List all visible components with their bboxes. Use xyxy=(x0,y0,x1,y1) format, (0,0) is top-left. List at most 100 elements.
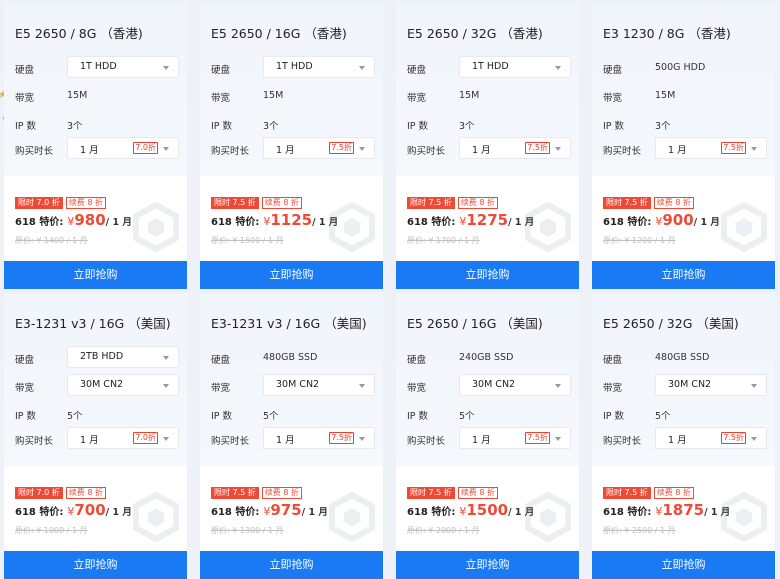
duration-select[interactable]: 1 月 7.5折 xyxy=(459,427,571,449)
price-value: 700 xyxy=(74,501,106,519)
renewal-discount-badge: 续费 8 折 xyxy=(457,487,498,499)
hexagon-watermark-icon xyxy=(133,202,179,252)
original-price: 原价: ¥ 1400 / 1 月 xyxy=(15,236,88,245)
promo-badges: 限时 7.0 折续费 8 折 xyxy=(15,480,106,499)
price-row: 618 特价: ¥1275/ 1 月 xyxy=(407,210,534,229)
original-price: 原价: ¥ 1200 / 1 月 xyxy=(603,236,676,245)
bandwidth-select-value: 30M CN2 xyxy=(668,379,712,390)
ip-count-label: IP 数 xyxy=(211,411,233,422)
disk-label: 硬盘 xyxy=(407,355,427,366)
duration-label: 购买时长 xyxy=(15,146,54,157)
special-price-label: 618 特价: xyxy=(603,217,652,228)
disk-select[interactable]: 1T HDD xyxy=(67,56,179,78)
duration-select[interactable]: 1 月 7.5折 xyxy=(655,427,767,449)
bandwidth-select[interactable]: 30M CN2 xyxy=(459,374,571,396)
discount-tag: 7.5折 xyxy=(329,142,354,154)
disk-label: 硬盘 xyxy=(15,355,35,366)
duration-select[interactable]: 1 月 7.5折 xyxy=(459,137,571,159)
disk-select[interactable]: 1T HDD xyxy=(263,56,375,78)
ip-count-label: IP 数 xyxy=(211,121,233,132)
price-row: 618 特价: ¥1500/ 1 月 xyxy=(407,500,534,519)
price-value: 1500 xyxy=(466,501,509,519)
price-row: 618 特价: ¥975/ 1 月 xyxy=(211,500,328,519)
special-price-label: 618 特价: xyxy=(15,217,64,228)
buy-now-button[interactable]: 立即抢购 xyxy=(4,261,187,289)
promo-badges: 限时 7.5 折续费 8 折 xyxy=(603,480,694,499)
chevron-down-icon xyxy=(555,147,561,151)
bandwidth-label: 带宽 xyxy=(15,383,35,394)
disk-select-value: 1T HDD xyxy=(276,61,313,72)
original-price: 原价: ¥ 1300 / 1 月 xyxy=(211,526,284,535)
bandwidth-label: 带宽 xyxy=(15,93,35,104)
bandwidth-label: 带宽 xyxy=(407,93,427,104)
card-title: E5 2650 / 8G （香港) xyxy=(15,26,143,41)
promo-badges: 限时 7.5 折续费 8 折 xyxy=(407,190,498,209)
original-price: 原价: ¥ 1700 / 1 月 xyxy=(407,236,480,245)
limited-discount-badge: 限时 7.0 折 xyxy=(15,487,63,499)
duration-label: 购买时长 xyxy=(407,146,446,157)
duration-select[interactable]: 1 月 7.0折 xyxy=(67,427,179,449)
special-price-label: 618 特价: xyxy=(211,507,260,518)
hexagon-watermark-icon xyxy=(721,202,767,252)
bandwidth-value: 15M xyxy=(655,90,676,101)
price-unit: / 1 月 xyxy=(693,217,720,228)
duration-select[interactable]: 1 月 7.5折 xyxy=(263,427,375,449)
bandwidth-value: 15M xyxy=(263,90,284,101)
hexagon-watermark-icon xyxy=(525,202,571,252)
ip-count-label: IP 数 xyxy=(15,121,37,132)
price-unit: / 1 月 xyxy=(105,217,132,228)
discount-tag: 7.5折 xyxy=(525,432,550,444)
promo-badges: 限时 7.5 折续费 8 折 xyxy=(211,190,302,209)
price-row: 618 特价: ¥700/ 1 月 xyxy=(15,500,132,519)
bandwidth-select[interactable]: 30M CN2 xyxy=(263,374,375,396)
duration-select-value: 1 月 xyxy=(472,435,491,446)
limited-discount-badge: 限时 7.5 折 xyxy=(407,197,455,209)
disk-value: 480GB SSD xyxy=(263,352,318,363)
disk-select[interactable]: 1T HDD xyxy=(459,56,571,78)
buy-now-button[interactable]: 立即抢购 xyxy=(592,261,775,289)
disk-label: 硬盘 xyxy=(211,65,231,76)
disk-select[interactable]: 2TB HDD xyxy=(67,346,179,368)
ip-count-value: 5个 xyxy=(67,411,83,422)
card-title: E5 2650 / 32G （香港) xyxy=(407,26,543,41)
buy-now-button[interactable]: 立即抢购 xyxy=(396,261,579,289)
promo-badges: 限时 7.5 折续费 8 折 xyxy=(407,480,498,499)
discount-tag: 7.5折 xyxy=(721,432,746,444)
chevron-down-icon xyxy=(359,66,365,70)
duration-select[interactable]: 1 月 7.5折 xyxy=(655,137,767,159)
chevron-down-icon xyxy=(163,437,169,441)
bandwidth-label: 带宽 xyxy=(603,93,623,104)
renewal-discount-badge: 续费 8 折 xyxy=(65,487,106,499)
ip-count-label: IP 数 xyxy=(603,411,625,422)
duration-select[interactable]: 1 月 7.5折 xyxy=(263,137,375,159)
price-value: 1125 xyxy=(270,211,313,229)
ip-count-value: 5个 xyxy=(263,411,279,422)
duration-select-value: 1 月 xyxy=(472,145,491,156)
price-row: 618 特价: ¥980/ 1 月 xyxy=(15,210,132,229)
bandwidth-label: 带宽 xyxy=(407,383,427,394)
price-value: 1875 xyxy=(662,501,705,519)
bandwidth-select[interactable]: 30M CN2 xyxy=(655,374,767,396)
price-value: 900 xyxy=(662,211,694,229)
price-value: 975 xyxy=(270,501,302,519)
promo-badges: 限时 7.5 折续费 8 折 xyxy=(603,190,694,209)
disk-label: 硬盘 xyxy=(211,355,231,366)
product-card: E5 2650 / 16G （美国) 硬盘 240GB SSD 带宽 30M CN2 IP… xyxy=(396,294,579,579)
bandwidth-select[interactable]: 30M CN2 xyxy=(67,374,179,396)
price-row: 618 特价: ¥900/ 1 月 xyxy=(603,210,720,229)
renewal-discount-badge: 续费 8 折 xyxy=(261,487,302,499)
limited-discount-badge: 限时 7.5 折 xyxy=(211,487,259,499)
ip-count-value: 3个 xyxy=(655,121,671,132)
special-price-label: 618 特价: xyxy=(211,217,260,228)
duration-select[interactable]: 1 月 7.0折 xyxy=(67,137,179,159)
renewal-discount-badge: 续费 8 折 xyxy=(65,197,106,209)
bandwidth-value: 15M xyxy=(67,90,88,101)
hexagon-watermark-icon xyxy=(525,492,571,542)
chevron-down-icon xyxy=(555,66,561,70)
limited-discount-badge: 限时 7.0 折 xyxy=(15,197,63,209)
price-value: 1275 xyxy=(466,211,509,229)
hexagon-watermark-icon xyxy=(329,492,375,542)
ip-count-label: IP 数 xyxy=(407,121,429,132)
special-price-label: 618 特价: xyxy=(15,507,64,518)
buy-now-button[interactable]: 立即抢购 xyxy=(200,261,383,289)
